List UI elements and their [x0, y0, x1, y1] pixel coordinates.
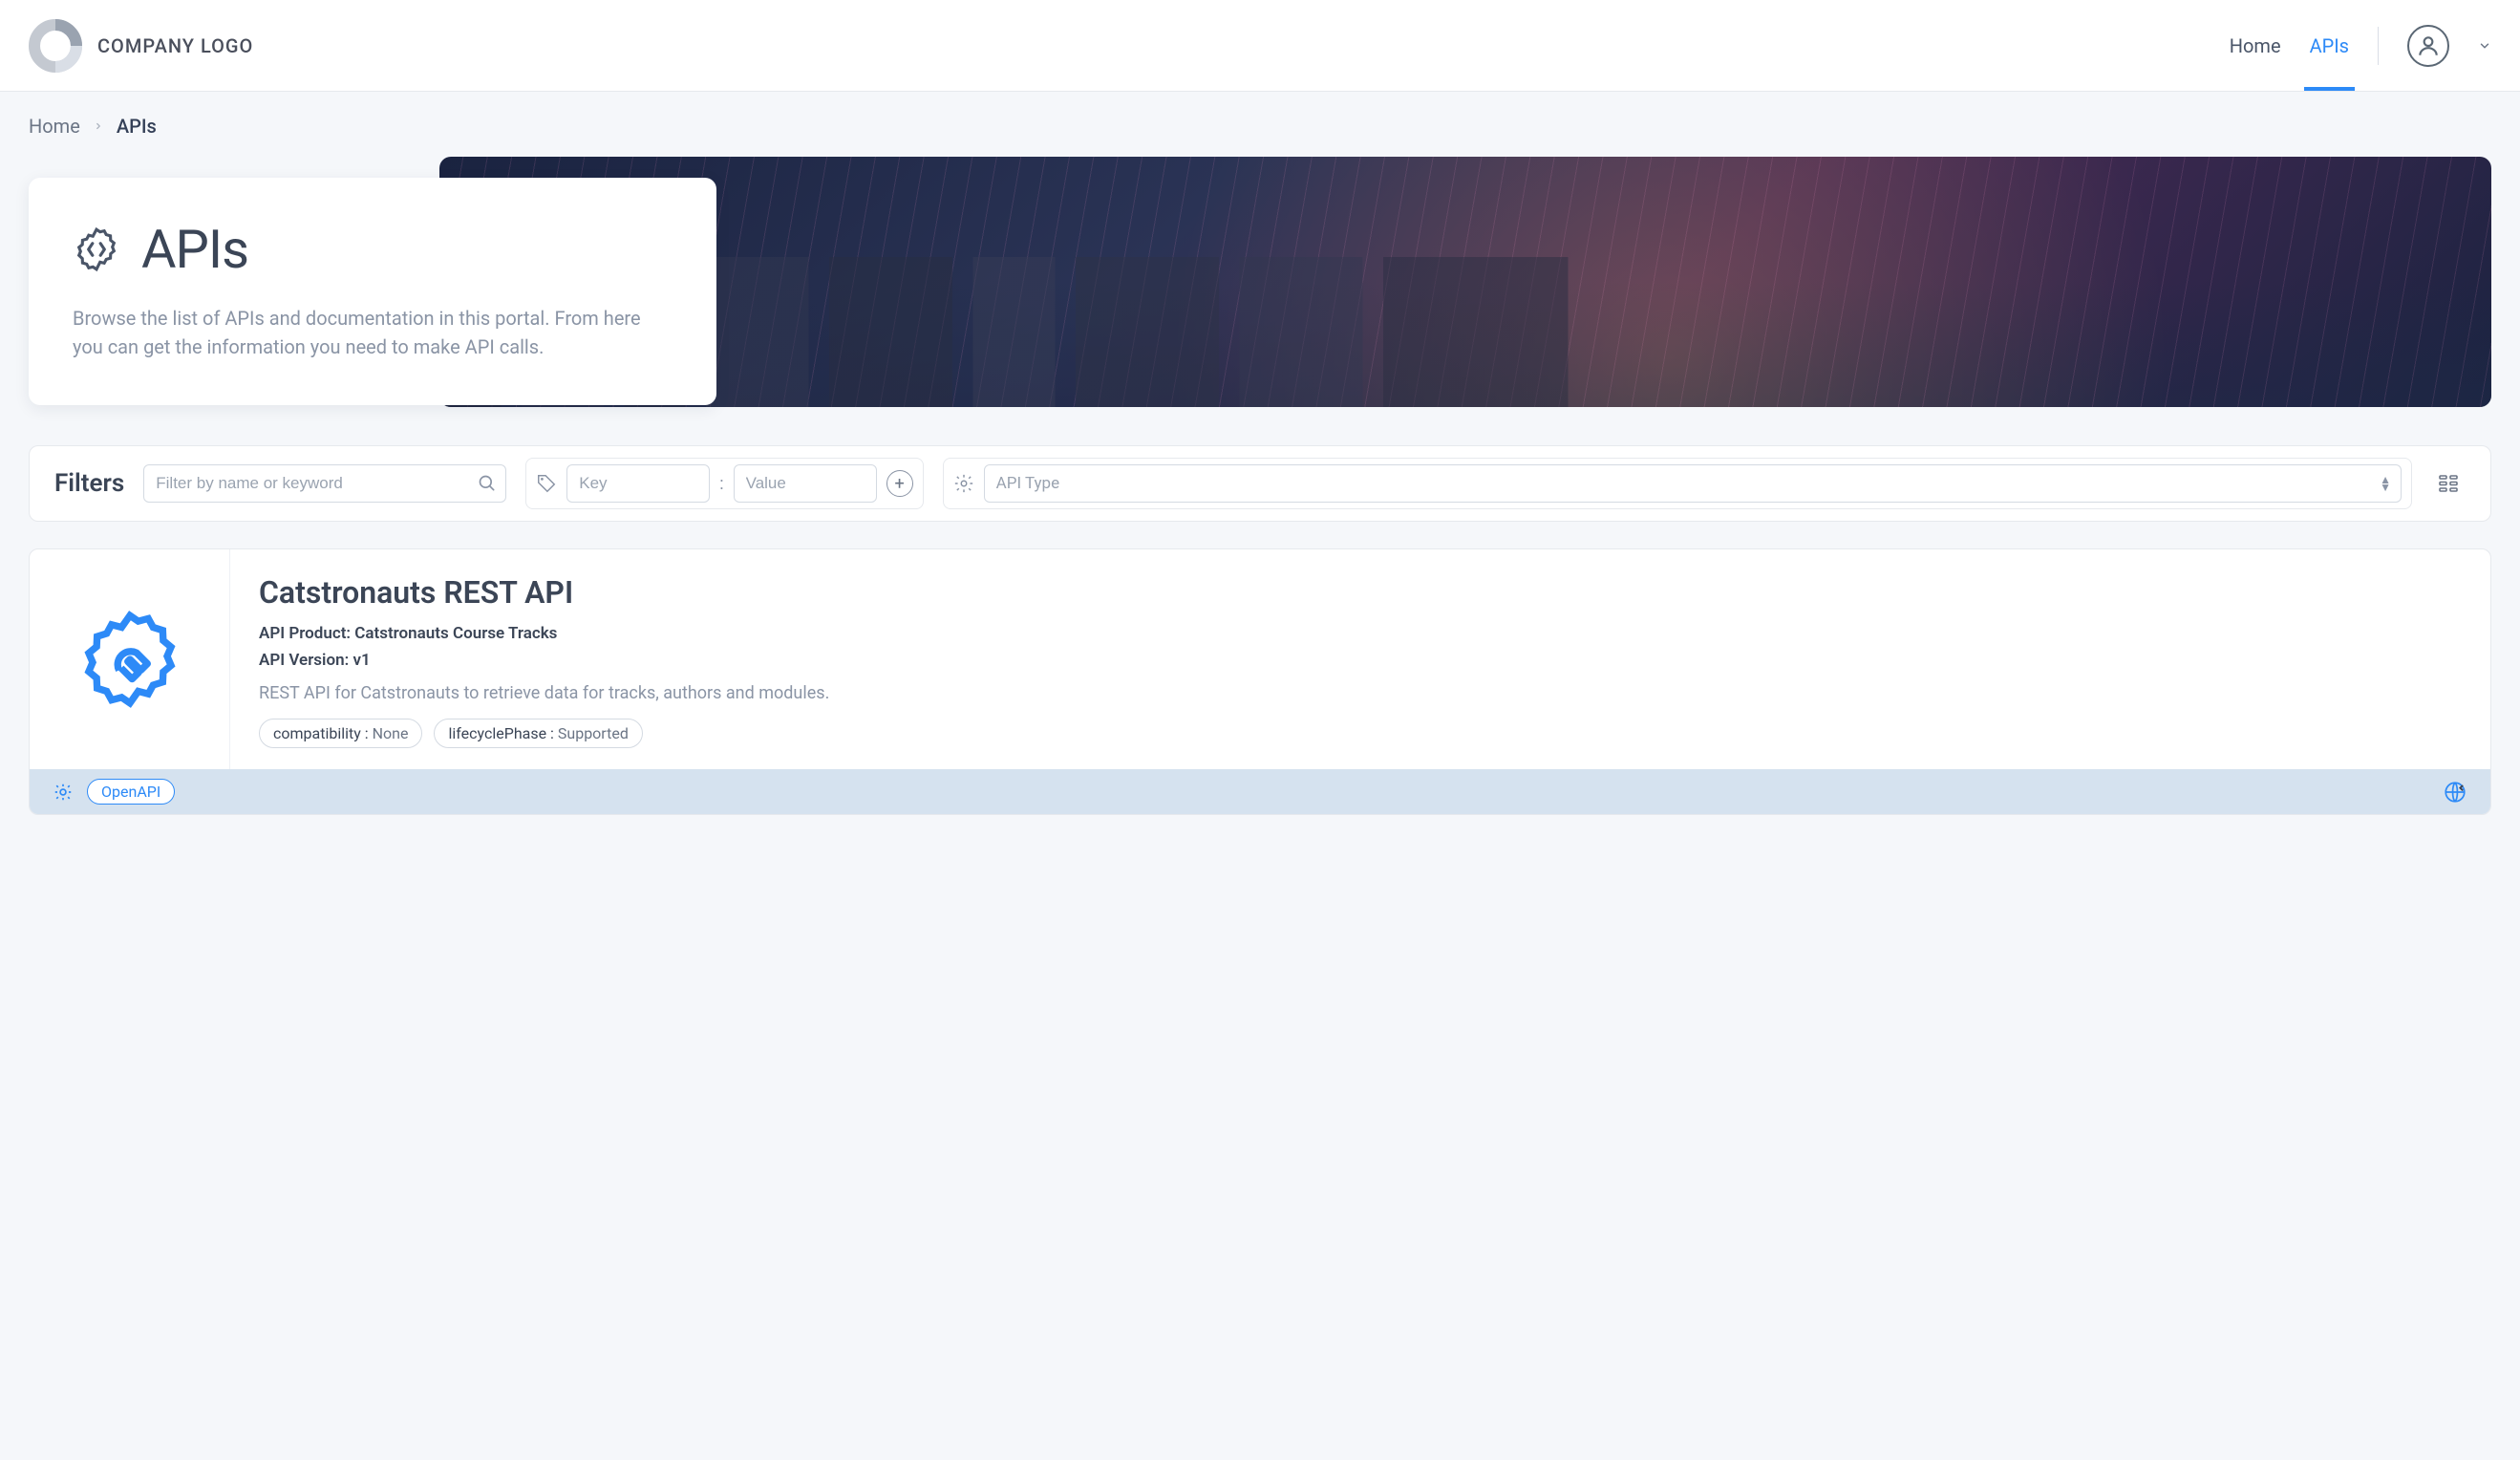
search-icon — [478, 474, 497, 493]
search-input[interactable] — [143, 464, 506, 503]
api-body: Catstronauts REST API API Product: Catst… — [230, 549, 2490, 769]
apitype-placeholder: API Type — [996, 474, 1059, 493]
key-input[interactable] — [566, 464, 710, 503]
api-footer: OpenAPI — [30, 769, 2490, 814]
user-menu-chevron[interactable] — [2478, 39, 2491, 53]
sort-arrows-icon: ▲▼ — [2380, 476, 2391, 491]
tag-compatibility: compatibility : None — [259, 719, 422, 748]
nav-divider — [2378, 27, 2379, 65]
avatar[interactable] — [2407, 25, 2449, 67]
kv-colon: : — [719, 474, 723, 494]
apitype-select[interactable]: API Type ▲▼ — [984, 464, 2402, 503]
logo-icon — [29, 19, 82, 73]
api-description: REST API for Catstronauts to retrieve da… — [259, 683, 2462, 703]
top-header: COMPANY LOGO Home APIs — [0, 0, 2520, 92]
tag-filter-group: : + — [525, 458, 923, 509]
api-title: Catstronauts REST API — [259, 574, 2462, 611]
breadcrumb: Home APIs — [0, 92, 2520, 157]
api-thumbnail — [30, 549, 230, 769]
chevron-down-icon — [2478, 39, 2491, 53]
hero-area: APIs Browse the list of APIs and documen… — [29, 157, 2491, 407]
filters-label: Filters — [54, 469, 124, 498]
nav-apis[interactable]: APIs — [2310, 0, 2349, 91]
footer-globe-icon — [2443, 780, 2467, 805]
page-description: Browse the list of APIs and documentatio… — [73, 304, 673, 361]
tag-lifecycle: lifecyclePhase : Supported — [434, 719, 642, 748]
openapi-badge: OpenAPI — [87, 779, 175, 805]
add-tag-button[interactable]: + — [886, 470, 913, 497]
value-input[interactable] — [734, 464, 877, 503]
tag-row: compatibility : None lifecyclePhase : Su… — [259, 719, 2462, 748]
nav-home[interactable]: Home — [2230, 0, 2281, 91]
logo-text: COMPANY LOGO — [97, 34, 253, 57]
api-product: API Product: Catstronauts Course Tracks — [259, 624, 2462, 643]
view-toggle[interactable] — [2431, 466, 2466, 501]
api-card[interactable]: Catstronauts REST API API Product: Catst… — [29, 548, 2491, 815]
logo-section: COMPANY LOGO — [29, 19, 253, 73]
breadcrumb-home[interactable]: Home — [29, 115, 80, 138]
api-version: API Version: v1 — [259, 651, 2462, 670]
grid-icon — [2437, 472, 2460, 495]
breadcrumb-separator — [94, 119, 103, 133]
footer-gear-icon — [53, 782, 74, 803]
chevron-right-icon — [94, 119, 103, 133]
gear-code-icon — [73, 225, 120, 273]
user-icon — [2416, 33, 2441, 58]
hero-card: APIs Browse the list of APIs and documen… — [29, 178, 716, 405]
gear-icon — [953, 473, 974, 494]
filters-bar: Filters : + API Type ▲▼ — [29, 445, 2491, 522]
breadcrumb-current: APIs — [117, 115, 157, 138]
tag-icon — [536, 473, 557, 494]
gear-wrench-icon — [77, 607, 182, 712]
search-wrap — [143, 464, 506, 503]
hero-banner — [439, 157, 2491, 407]
top-nav: Home APIs — [2230, 0, 2491, 91]
apitype-group: API Type ▲▼ — [943, 458, 2412, 509]
page-title: APIs — [141, 218, 248, 281]
